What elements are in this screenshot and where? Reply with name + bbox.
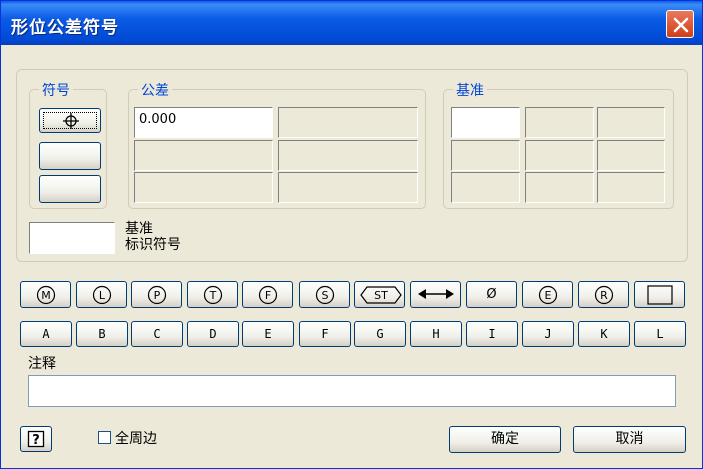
letter-d: D bbox=[209, 327, 217, 341]
modifier-button-square[interactable] bbox=[634, 281, 685, 308]
letter-a: A bbox=[42, 327, 50, 341]
tolerance-1-modifier-field[interactable] bbox=[278, 107, 418, 138]
datum-3-3-field[interactable] bbox=[597, 172, 665, 203]
st-bracket-icon: ST bbox=[360, 286, 402, 304]
window-title: 形位公差符号 bbox=[11, 18, 119, 38]
datum-2-3-field[interactable] bbox=[597, 140, 665, 171]
datum-letter-button-d[interactable]: D bbox=[187, 321, 239, 347]
s-circle-icon: S bbox=[315, 285, 335, 305]
cancel-button[interactable]: 取消 bbox=[573, 426, 686, 453]
e-circle-icon: E bbox=[538, 285, 558, 305]
tolerance-1-value: 0.000 bbox=[139, 112, 177, 127]
letter-e: E bbox=[264, 327, 272, 341]
r-circle-icon: R bbox=[594, 285, 614, 305]
datum-3-2-field[interactable] bbox=[525, 172, 594, 203]
modifier-button-l[interactable]: L bbox=[76, 281, 127, 308]
letter-k: K bbox=[600, 327, 608, 341]
letter-l: L bbox=[656, 327, 664, 341]
tolerance-2-modifier-field[interactable] bbox=[278, 140, 418, 171]
datum-letter-button-c[interactable]: C bbox=[131, 321, 183, 347]
symbol-button-1[interactable] bbox=[39, 108, 101, 133]
datum-identifier-field[interactable] bbox=[29, 222, 115, 254]
f-circle-icon: F bbox=[258, 285, 278, 305]
ok-button[interactable]: 确定 bbox=[449, 426, 561, 453]
datum-letter-button-f[interactable]: F bbox=[299, 321, 351, 347]
modifier-button-double-arrow[interactable] bbox=[410, 281, 461, 308]
symbol-button-3[interactable] bbox=[39, 175, 101, 203]
letter-g: G bbox=[376, 327, 384, 341]
p-circle-icon: P bbox=[147, 285, 167, 305]
gdt-dialog: 形位公差符号 符号 公差 0.000 基准 基准 标识符号 M L P T F … bbox=[0, 0, 703, 469]
datum-2-2-field[interactable] bbox=[525, 140, 594, 171]
symbol-group-title: 符号 bbox=[39, 80, 73, 100]
datum-letter-button-b[interactable]: B bbox=[76, 321, 128, 347]
modifier-f-text: F bbox=[265, 289, 271, 302]
datum-letter-button-a[interactable]: A bbox=[20, 321, 72, 347]
tolerance-3-value-field[interactable] bbox=[134, 172, 273, 203]
symbol-button-2[interactable] bbox=[39, 142, 101, 170]
close-button[interactable] bbox=[666, 10, 694, 38]
all-around-checkbox[interactable] bbox=[98, 431, 111, 444]
modifier-button-e[interactable]: E bbox=[522, 281, 573, 308]
datum-letter-button-g[interactable]: G bbox=[354, 321, 406, 347]
datum-letter-button-j[interactable]: J bbox=[522, 321, 574, 347]
modifier-m-text: M bbox=[41, 289, 51, 302]
tolerance-group-title: 公差 bbox=[138, 80, 172, 100]
square-icon bbox=[647, 285, 673, 305]
modifier-e-text: E bbox=[545, 289, 552, 302]
modifier-button-f[interactable]: F bbox=[242, 281, 293, 308]
modifier-button-p[interactable]: P bbox=[131, 281, 182, 308]
modifier-button-s[interactable]: S bbox=[299, 281, 350, 308]
m-circle-icon: M bbox=[36, 285, 56, 305]
datum-2-1-field[interactable] bbox=[451, 140, 520, 171]
modifier-button-st[interactable]: ST bbox=[354, 281, 405, 308]
datum-identifier-label-2: 标识符号 bbox=[125, 237, 181, 253]
tolerance-1-value-field[interactable]: 0.000 bbox=[134, 107, 273, 138]
tolerance-2-value-field[interactable] bbox=[134, 140, 273, 171]
letter-j: J bbox=[544, 327, 552, 341]
modifier-button-t[interactable]: T bbox=[187, 281, 238, 308]
close-icon bbox=[673, 17, 689, 33]
modifier-s-text: S bbox=[322, 289, 329, 302]
datum-letter-button-l[interactable]: L bbox=[634, 321, 686, 347]
modifier-button-diameter[interactable]: Ø bbox=[466, 281, 517, 308]
datum-letter-button-k[interactable]: K bbox=[578, 321, 630, 347]
letter-c: C bbox=[153, 327, 161, 341]
datum-1-2-field[interactable] bbox=[525, 107, 594, 138]
double-arrow-icon bbox=[418, 289, 454, 299]
datum-letter-button-i[interactable]: I bbox=[466, 321, 518, 347]
cancel-button-label: 取消 bbox=[615, 431, 644, 447]
modifier-l-text: L bbox=[99, 289, 106, 302]
t-circle-icon: T bbox=[203, 285, 223, 305]
modifier-st-text: ST bbox=[374, 289, 388, 302]
datum-1-1-field[interactable] bbox=[451, 107, 520, 138]
note-input[interactable] bbox=[28, 375, 676, 407]
help-text: ? bbox=[32, 433, 40, 448]
modifier-p-text: P bbox=[154, 289, 161, 302]
tolerance-3-modifier-field[interactable] bbox=[278, 172, 418, 203]
letter-f: F bbox=[321, 327, 329, 341]
note-label: 注释 bbox=[28, 356, 56, 372]
datum-group-title: 基准 bbox=[453, 80, 487, 100]
l-circle-icon: L bbox=[92, 285, 112, 305]
diameter-symbol: Ø bbox=[486, 287, 497, 302]
letter-i: I bbox=[488, 327, 496, 341]
modifier-t-text: T bbox=[209, 289, 217, 302]
datum-1-3-field[interactable] bbox=[597, 107, 665, 138]
position-symbol-icon bbox=[63, 113, 79, 129]
title-bar[interactable]: 形位公差符号 bbox=[1, 1, 702, 45]
help-button[interactable]: ? bbox=[20, 426, 52, 452]
letter-b: B bbox=[98, 327, 106, 341]
modifier-r-text: R bbox=[600, 289, 608, 302]
datum-letter-button-h[interactable]: H bbox=[410, 321, 462, 347]
modifier-button-r[interactable]: R bbox=[578, 281, 629, 308]
datum-3-1-field[interactable] bbox=[451, 172, 520, 203]
help-icon: ? bbox=[27, 430, 45, 448]
modifier-button-m[interactable]: M bbox=[20, 281, 71, 308]
ok-button-label: 确定 bbox=[491, 431, 519, 447]
all-around-label: 全周边 bbox=[115, 431, 157, 447]
letter-h: H bbox=[432, 327, 440, 341]
datum-letter-button-e[interactable]: E bbox=[242, 321, 294, 347]
